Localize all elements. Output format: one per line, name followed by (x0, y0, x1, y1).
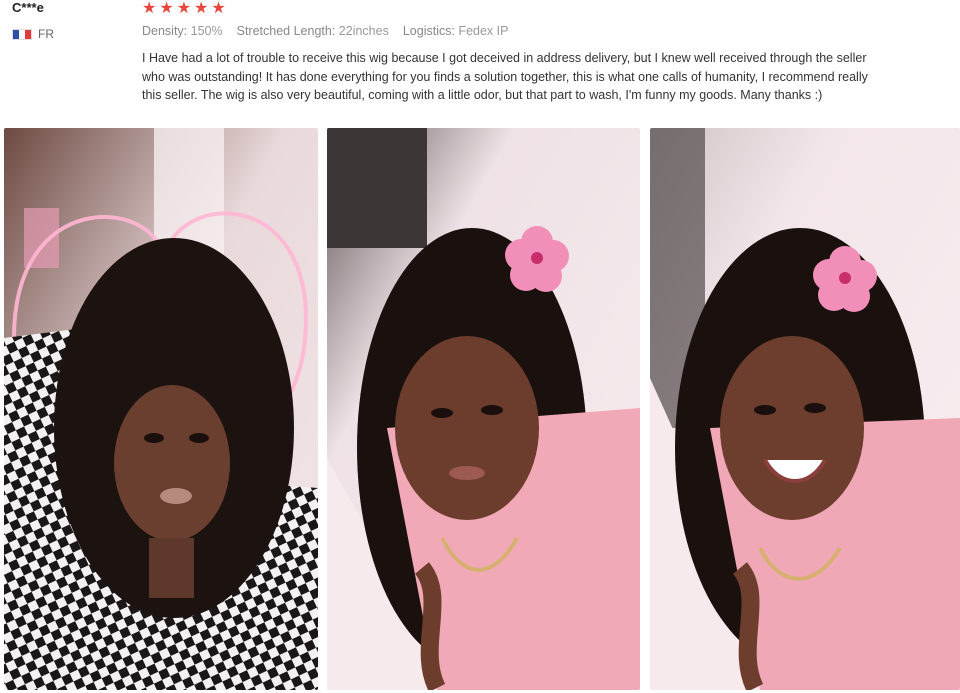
star-icon: ★ (159, 0, 174, 17)
star-icon: ★ (194, 0, 209, 17)
star-icon: ★ (176, 0, 192, 17)
review-photo-2[interactable] (327, 128, 640, 690)
review-body: ★ ★ ★ ★ ★ Density: 150% Stretched Length… (142, 0, 942, 105)
attribute-label: Density: (142, 24, 188, 38)
selfie-photo-pink-flower-smile-icon (650, 128, 960, 690)
selfie-photo-pink-flower-icon (327, 128, 640, 690)
review-header: C***e FR ★ ★ ★ ★ ★ Density: 150% Stretch… (0, 0, 960, 128)
attribute-density: Density: 150% (142, 23, 223, 39)
attribute-value: Fedex IP (458, 24, 509, 38)
review-photos (0, 128, 960, 690)
attribute-value: 22inches (338, 24, 389, 38)
attribute-logistics: Logistics: Fedex IP (403, 23, 509, 39)
star-icon: ★ (211, 0, 226, 17)
reviewer-name: C***e (12, 0, 44, 15)
review-text: I Have had a lot of trouble to receive t… (142, 51, 868, 102)
star-icon: ★ (142, 0, 157, 17)
attribute-label: Logistics: (402, 24, 455, 38)
review-photo-3[interactable] (650, 128, 960, 690)
country-code: FR (38, 27, 54, 41)
attribute-label: Stretched Length: (236, 24, 336, 38)
review-photo-1[interactable] (4, 128, 318, 690)
selfie-photo-checkered-top-icon (4, 128, 318, 690)
star-rating: ★ ★ ★ ★ ★ (142, 0, 942, 18)
reviewer-info: C***e FR (12, 0, 54, 41)
reviewer-country: FR (12, 27, 54, 41)
france-flag-icon (12, 28, 32, 40)
product-attributes: Density: 150% Stretched Length: 22inches… (142, 23, 942, 39)
attribute-length: Stretched Length: 22inches (237, 23, 389, 39)
attribute-value: 150% (190, 24, 223, 38)
